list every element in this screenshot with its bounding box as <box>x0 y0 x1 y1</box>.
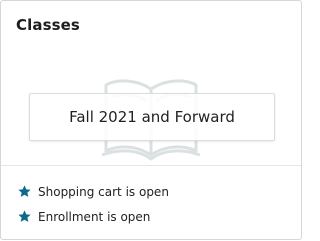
star-icon <box>18 185 31 197</box>
status-enrollment: Enrollment is open <box>17 209 150 224</box>
card-title: Classes <box>16 16 80 34</box>
term-button-fall-2021[interactable]: Fall 2021 and Forward <box>29 93 275 141</box>
status-text: Shopping cart is open <box>38 184 169 199</box>
status-shopping-cart: Shopping cart is open <box>17 184 169 199</box>
status-text: Enrollment is open <box>38 209 151 224</box>
classes-card: Classes Fall 2021 and Forward Shopping c… <box>0 0 302 240</box>
divider <box>1 165 301 166</box>
star-icon <box>18 210 31 222</box>
